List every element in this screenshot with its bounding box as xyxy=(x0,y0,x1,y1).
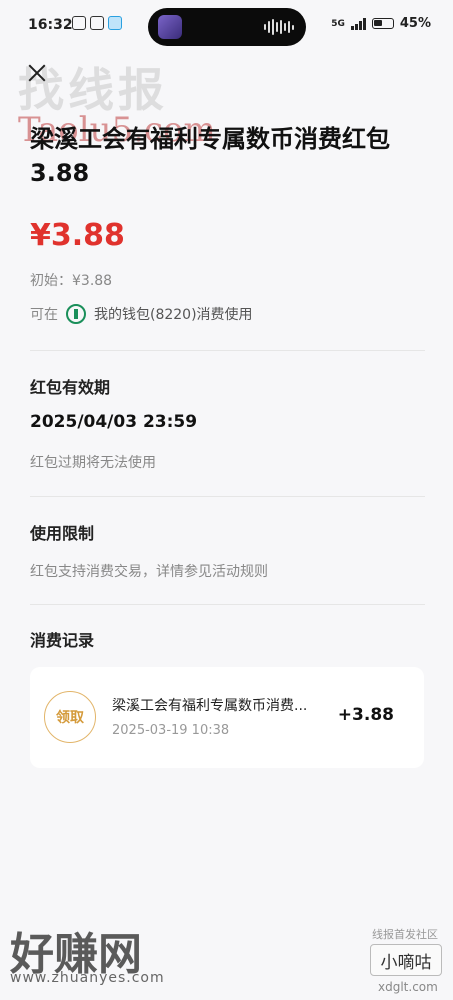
initial-amount: 初始：¥3.88 xyxy=(30,273,113,289)
record-name: 梁溪工会有福利专属数币消费... xyxy=(112,698,308,714)
dynamic-island xyxy=(148,8,306,46)
record-card[interactable]: 领取 梁溪工会有福利专属数币消费... 2025-03-19 10:38 +3.… xyxy=(30,667,424,768)
red-packet-amount: ¥3.88 xyxy=(30,218,125,253)
nfc-icon xyxy=(72,16,86,30)
watermark-br-caption: 线报首发社区 xyxy=(372,928,438,941)
battery-level: 45% xyxy=(399,16,431,31)
validity-desc: 红包过期将无法使用 xyxy=(30,455,156,471)
divider xyxy=(30,496,425,497)
app-notification-icon xyxy=(108,16,122,30)
audio-wave-icon xyxy=(264,18,294,36)
battery-icon xyxy=(371,18,394,29)
wallet-text: 我的钱包(8220)消费使用 xyxy=(94,307,253,323)
watermark-bottom-url: www.zhuanyes.com xyxy=(10,970,165,986)
close-icon[interactable] xyxy=(26,62,48,84)
record-amount: +3.88 xyxy=(337,705,394,725)
claim-badge: 领取 xyxy=(44,691,96,743)
watermark-br-box: 小嘀咕 xyxy=(370,944,442,976)
divider xyxy=(30,604,425,605)
wallet-usage-row: 可在 我的钱包(8220)消费使用 xyxy=(30,304,253,324)
media-app-icon xyxy=(158,15,182,39)
divider xyxy=(30,350,425,351)
status-time: 16:32 xyxy=(28,17,73,33)
watermark-br-url: xdglt.com xyxy=(378,980,438,994)
wechat-icon xyxy=(90,16,104,30)
status-notification-icons xyxy=(72,16,122,30)
signal-icon xyxy=(350,17,366,30)
network-label: 5G xyxy=(331,18,345,29)
records-title: 消费记录 xyxy=(30,631,95,650)
status-right: 5G 45% xyxy=(331,16,431,31)
status-bar: 16:32 5G 45% xyxy=(0,0,453,52)
bank-logo-icon xyxy=(66,304,86,324)
restriction-title: 使用限制 xyxy=(30,524,95,543)
wallet-prefix: 可在 xyxy=(30,307,58,323)
page-title: 梁溪工会有福利专属数币消费红包3.88 xyxy=(30,125,390,187)
record-time: 2025-03-19 10:38 xyxy=(112,723,230,738)
validity-title: 红包有效期 xyxy=(30,378,111,397)
restriction-desc: 红包支持消费交易，详情参见活动规则 xyxy=(30,564,268,580)
expiry-date: 2025/04/03 23:59 xyxy=(30,412,198,432)
